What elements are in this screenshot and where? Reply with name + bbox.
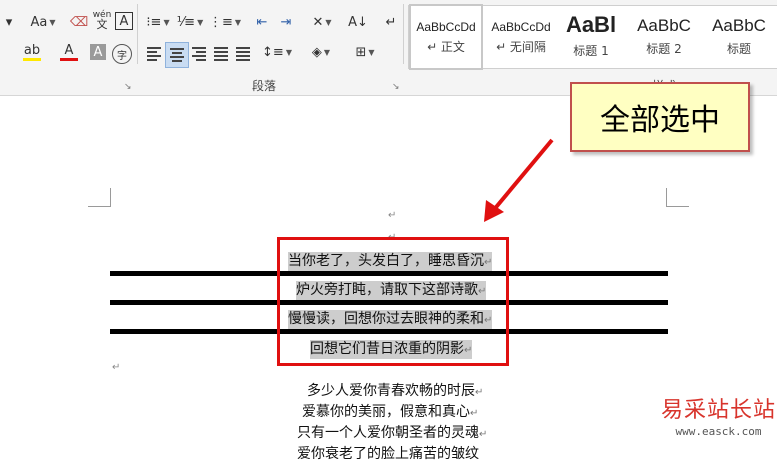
site-watermark: 易采站长站 www.easck.com bbox=[660, 392, 777, 438]
watermark-name: 易采站长站 bbox=[660, 398, 776, 423]
callout-arrow bbox=[484, 138, 554, 222]
callout-box: 全部选中 bbox=[570, 82, 750, 152]
callout-text: 全部选中 bbox=[600, 103, 720, 138]
watermark-url: www.easck.com bbox=[675, 425, 762, 438]
